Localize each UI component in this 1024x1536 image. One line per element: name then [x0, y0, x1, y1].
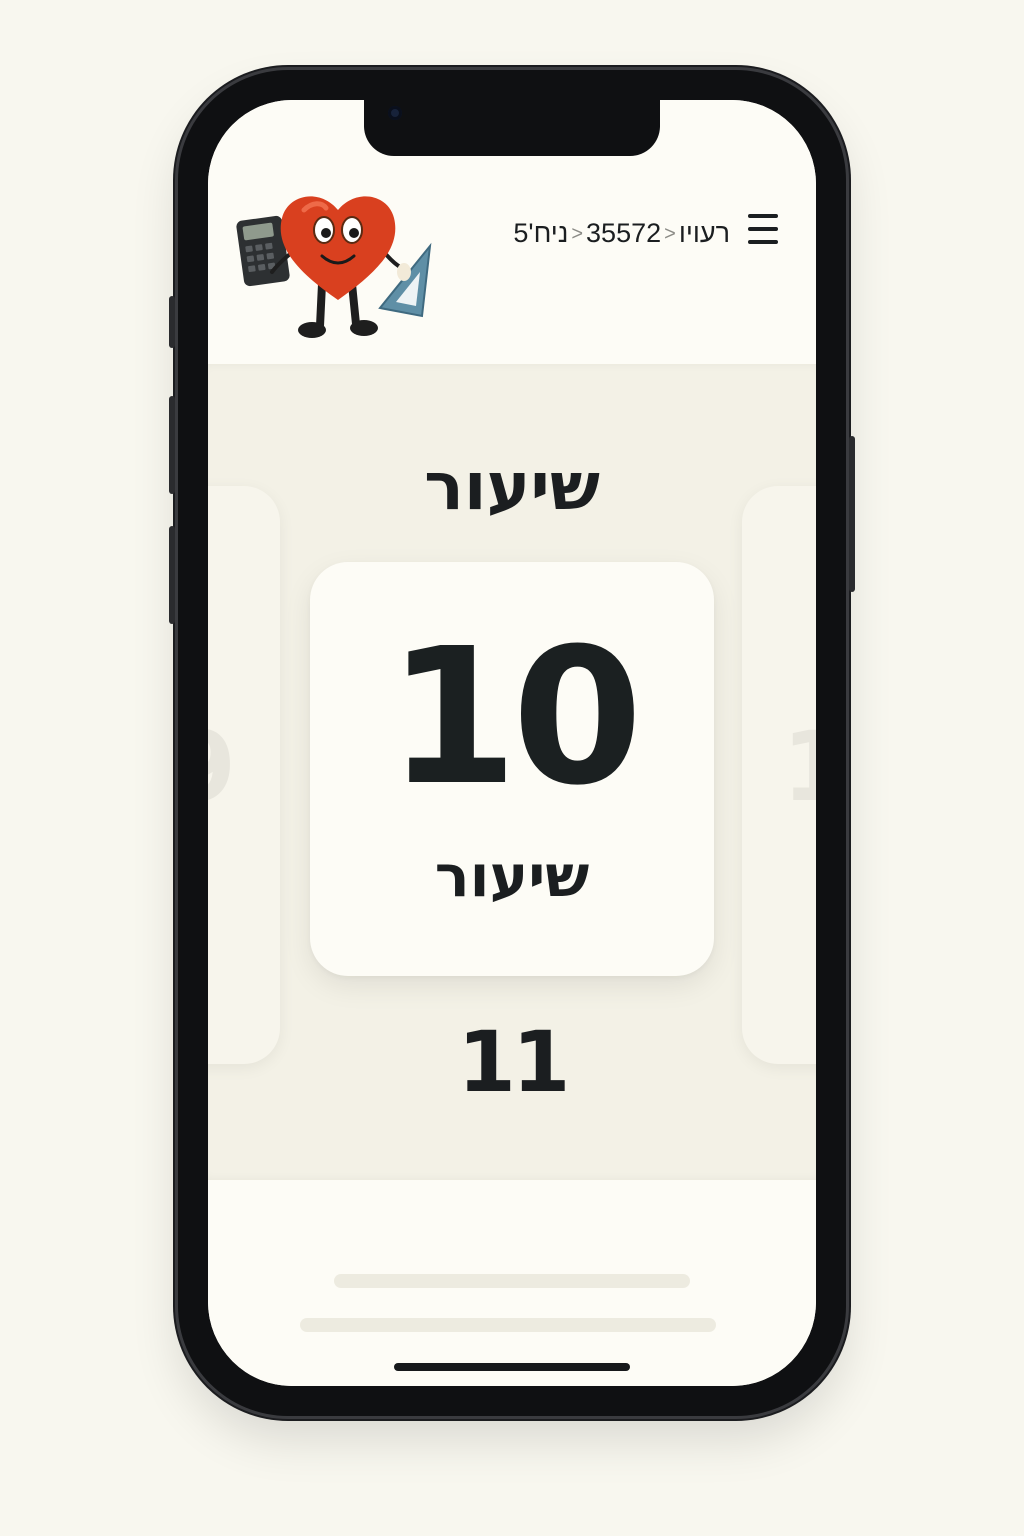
breadcrumb: רעויו<35572<ניח'5: [460, 218, 730, 252]
notch: [364, 100, 660, 156]
selected-lesson-card[interactable]: 10 שיעור: [310, 562, 714, 976]
placeholder-line: [300, 1318, 716, 1332]
breadcrumb-item[interactable]: ניח'5: [513, 218, 568, 248]
next-lesson-card[interactable]: 1: [742, 486, 816, 1064]
next-lesson-number[interactable]: 11: [208, 1020, 816, 1104]
phone-frame: רעויו<35572<ניח'5 שיעור 1 10 שיעור 11: [169, 70, 855, 1416]
screen: רעויו<35572<ניח'5 שיעור 1 10 שיעור 11: [208, 100, 816, 1386]
breadcrumb-separator: <: [571, 223, 584, 245]
previous-lesson-card[interactable]: 9: [208, 486, 280, 1064]
page: רעויו<35572<ניח'5 שיעור 1 10 שיעור 11: [0, 0, 1024, 1536]
breadcrumb-item[interactable]: 35572: [586, 218, 661, 248]
hamburger-menu-icon[interactable]: [748, 212, 778, 246]
bottom-panel: [208, 1180, 816, 1386]
lesson-picker: שיעור 9 1 10 שיעור 11: [208, 364, 816, 1180]
selected-lesson-label: שיעור: [434, 842, 590, 910]
home-indicator[interactable]: [394, 1363, 630, 1371]
mute-switch: [169, 296, 175, 348]
volume-up-button: [169, 396, 175, 494]
placeholder-line: [334, 1274, 690, 1288]
front-camera-icon: [388, 106, 402, 120]
previous-lesson-ghost: 9: [208, 711, 236, 823]
selected-lesson-number: 10: [387, 608, 643, 827]
volume-down-button: [169, 526, 175, 624]
power-button: [849, 436, 855, 592]
breadcrumb-item[interactable]: רעויו: [679, 218, 730, 248]
section-title: שיעור: [424, 448, 600, 525]
breadcrumb-separator: <: [664, 223, 676, 245]
next-lesson-ghost: 1: [782, 711, 816, 823]
heart-mascot-logo: [236, 196, 432, 338]
